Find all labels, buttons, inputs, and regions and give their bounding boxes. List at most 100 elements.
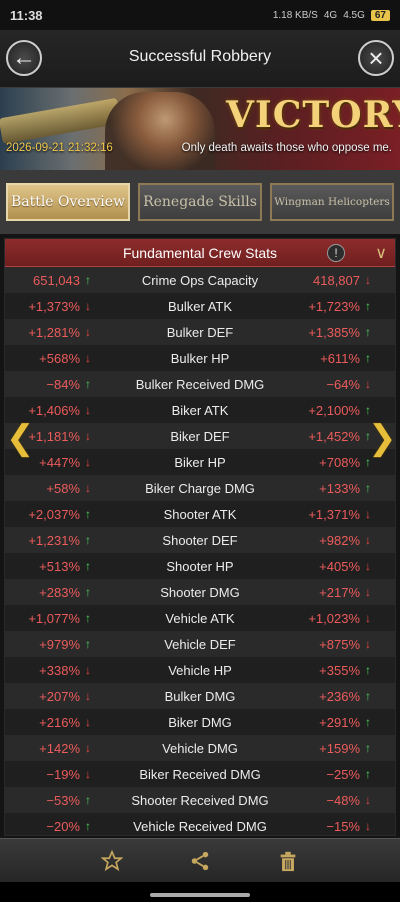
stat-name: Vehicle HP bbox=[168, 662, 232, 678]
status-indicators: 1.18 KB/S 4G 4.5G 67 bbox=[273, 9, 390, 21]
stat-right-value: +133% bbox=[319, 480, 360, 496]
arrow-up-icon: ↑ bbox=[85, 819, 91, 833]
stat-right-value: +708% bbox=[319, 454, 360, 470]
stat-left-cell: +1,231% ↑ bbox=[5, 533, 95, 548]
stat-right-value: +1,371% bbox=[308, 506, 360, 522]
arrow-down-icon: ↓ bbox=[85, 481, 91, 495]
stat-right-value: +291% bbox=[319, 714, 360, 730]
arrow-up-icon: ↑ bbox=[365, 455, 371, 469]
stat-right-cell: +875% ↓ bbox=[305, 637, 395, 652]
arrow-down-icon: ↓ bbox=[365, 793, 371, 807]
stat-left-value: +283% bbox=[39, 584, 80, 600]
stat-left-cell: +1,077% ↑ bbox=[5, 611, 95, 626]
stat-left-cell: −19% ↓ bbox=[5, 767, 95, 782]
stat-right-value: −48% bbox=[326, 792, 360, 808]
stat-right-value: −64% bbox=[326, 376, 360, 392]
tab-battle-overview[interactable]: Battle Overview bbox=[6, 183, 130, 221]
stat-left-cell: −20% ↑ bbox=[5, 819, 95, 834]
arrow-down-icon: ↓ bbox=[365, 273, 371, 287]
bottom-action-bar bbox=[0, 838, 400, 882]
stat-name: Biker DMG bbox=[168, 714, 232, 730]
stat-left-value: +142% bbox=[39, 740, 80, 756]
arrow-down-icon: ↓ bbox=[365, 585, 371, 599]
trash-icon bbox=[280, 851, 296, 871]
arrow-up-icon: ↑ bbox=[365, 403, 371, 417]
stat-left-cell: +568% ↓ bbox=[5, 351, 95, 366]
back-button[interactable]: ← bbox=[6, 40, 42, 76]
stat-name: Shooter DEF bbox=[162, 532, 238, 548]
stat-right-cell: 418,807 ↓ bbox=[305, 273, 395, 288]
stat-right-cell: +1,385% ↑ bbox=[305, 325, 395, 340]
prev-battle-button[interactable]: ❮ bbox=[6, 420, 35, 456]
system-nav-bar bbox=[0, 882, 400, 902]
stat-left-cell: −84% ↑ bbox=[5, 377, 95, 392]
panel-header[interactable]: Fundamental Crew Stats ! ∨ bbox=[5, 239, 395, 267]
tab-wingman-helicopters[interactable]: Wingman Helicopters bbox=[270, 183, 394, 221]
stat-left-cell: +513% ↑ bbox=[5, 559, 95, 574]
arrow-up-icon: ↑ bbox=[365, 689, 371, 703]
delete-button[interactable] bbox=[275, 848, 301, 874]
stat-left-value: +1,077% bbox=[28, 610, 80, 626]
stat-right-value: +982% bbox=[319, 532, 360, 548]
arrow-down-icon: ↓ bbox=[85, 325, 91, 339]
arrow-down-icon: ↓ bbox=[365, 533, 371, 547]
stat-left-value: +338% bbox=[39, 662, 80, 678]
signal-4g: 4G bbox=[323, 9, 338, 21]
star-icon bbox=[101, 849, 123, 871]
stat-row: +283% ↑ Shooter DMG +217% ↓ bbox=[5, 579, 395, 605]
stats-panel: Fundamental Crew Stats ! ∨ 651,043 ↑ Crime… bbox=[4, 238, 396, 836]
stat-left-value: +1,373% bbox=[28, 298, 80, 314]
stat-right-value: +2,100% bbox=[308, 402, 360, 418]
arrow-down-icon: ↓ bbox=[365, 507, 371, 521]
stat-row: +447% ↓ Biker HP +708% ↑ bbox=[5, 449, 395, 475]
arrow-down-icon: ↓ bbox=[365, 377, 371, 391]
stat-row: +216% ↓ Biker DMG +291% ↑ bbox=[5, 709, 395, 735]
stat-right-cell: +405% ↓ bbox=[305, 559, 395, 574]
stat-name: Biker ATK bbox=[171, 402, 229, 418]
arrow-up-icon: ↑ bbox=[85, 533, 91, 547]
next-battle-button[interactable]: ❯ bbox=[368, 420, 397, 456]
stat-right-value: −25% bbox=[326, 766, 360, 782]
stat-left-cell: −53% ↑ bbox=[5, 793, 95, 808]
title-bar: ← Successful Robbery × bbox=[0, 30, 400, 88]
close-button[interactable]: × bbox=[358, 40, 394, 76]
stat-name: Shooter DMG bbox=[160, 584, 240, 600]
arrow-down-icon: ↓ bbox=[85, 299, 91, 313]
info-icon[interactable]: ! bbox=[327, 244, 345, 262]
stat-right-value: −15% bbox=[326, 818, 360, 834]
home-indicator[interactable] bbox=[150, 893, 250, 897]
stat-right-value: +1,452% bbox=[308, 428, 360, 444]
stat-name: Bulker DEF bbox=[166, 324, 234, 340]
stat-name: Bulker Received DMG bbox=[135, 376, 265, 392]
status-bar: 11:38 1.18 KB/S 4G 4.5G 67 bbox=[0, 0, 400, 30]
stat-right-cell: +159% ↑ bbox=[305, 741, 395, 756]
stat-right-cell: −64% ↓ bbox=[305, 377, 395, 392]
arrow-up-icon: ↑ bbox=[365, 715, 371, 729]
victory-text: VICTORY bbox=[226, 94, 400, 136]
chevron-down-icon[interactable]: ∨ bbox=[375, 243, 387, 263]
share-button[interactable] bbox=[187, 848, 213, 874]
arrow-down-icon: ↓ bbox=[85, 767, 91, 781]
stat-right-value: +355% bbox=[319, 662, 360, 678]
arrow-up-icon: ↑ bbox=[85, 507, 91, 521]
stat-left-cell: +1,373% ↓ bbox=[5, 299, 95, 314]
stat-right-value: +611% bbox=[320, 350, 360, 366]
arrow-up-icon: ↑ bbox=[365, 767, 371, 781]
battery-level: 67 bbox=[370, 9, 390, 21]
stat-right-value: +1,723% bbox=[308, 298, 360, 314]
stat-left-cell: +58% ↓ bbox=[5, 481, 95, 496]
stat-left-cell: +338% ↓ bbox=[5, 663, 95, 678]
stat-left-value: +447% bbox=[39, 454, 80, 470]
close-icon: × bbox=[368, 43, 384, 73]
stat-right-cell: +133% ↑ bbox=[305, 481, 395, 496]
favorite-button[interactable] bbox=[99, 848, 125, 874]
stat-right-value: +236% bbox=[319, 688, 360, 704]
stat-left-value: −20% bbox=[46, 818, 80, 834]
stats-list: 651,043 ↑ Crime Ops Capacity 418,807 ↓ +1,373… bbox=[5, 267, 395, 835]
stat-row: +142% ↓ Vehicle DMG +159% ↑ bbox=[5, 735, 395, 761]
stat-right-value: +159% bbox=[319, 740, 360, 756]
stat-left-cell: +1,406% ↓ bbox=[5, 403, 95, 418]
stat-right-value: +1,023% bbox=[308, 610, 360, 626]
tab-renegade-skills[interactable]: Renegade Skills bbox=[138, 183, 262, 221]
stat-name: Biker HP bbox=[174, 454, 226, 470]
